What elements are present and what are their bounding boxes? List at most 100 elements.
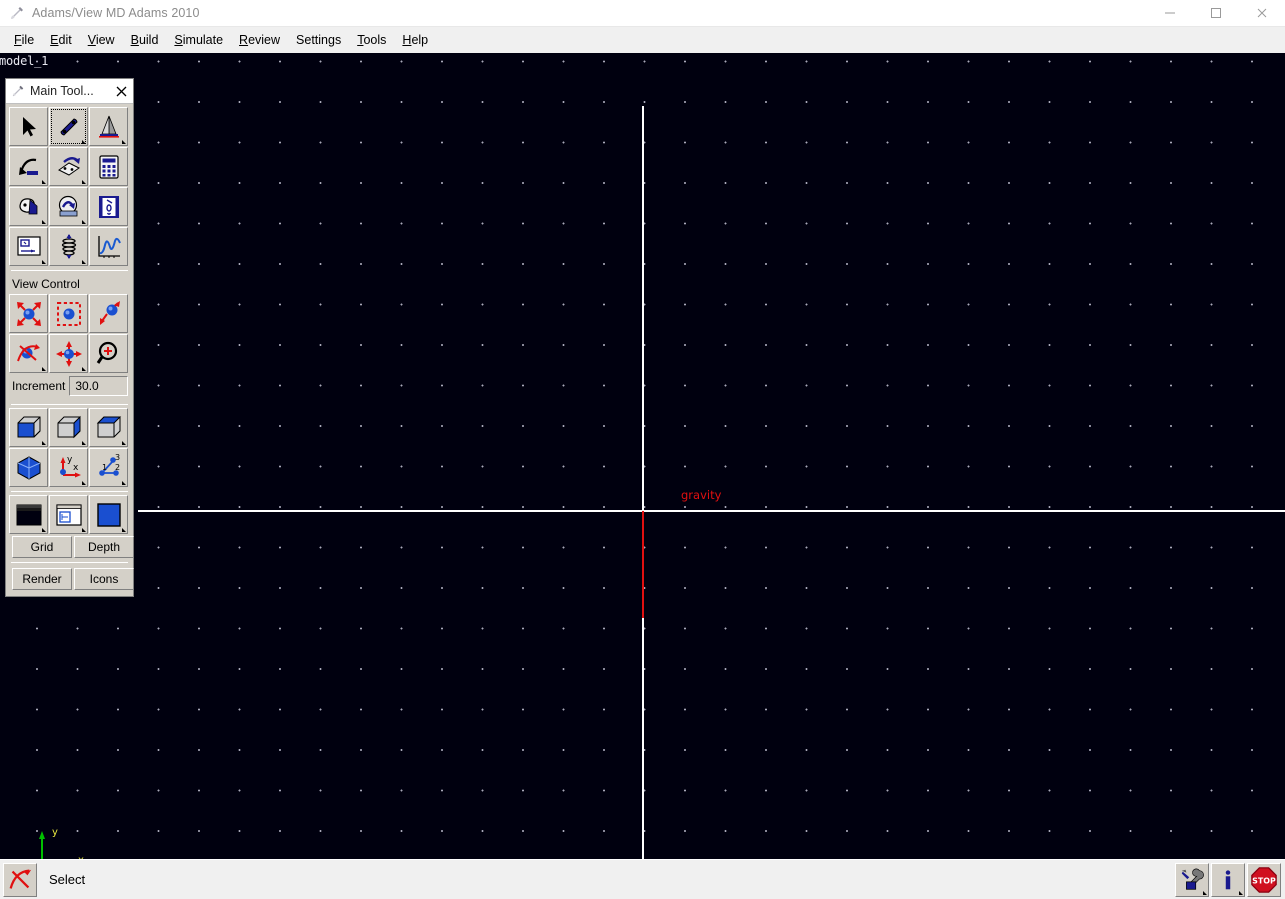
menu-build-label: uild — [138, 33, 159, 47]
menu-tools-label: ools — [363, 33, 387, 47]
render-toggle-button[interactable]: Render — [12, 568, 72, 590]
rotate-view-tool[interactable] — [9, 334, 48, 373]
translate-view-tool[interactable] — [9, 294, 48, 333]
flyout-arrow-icon — [42, 220, 46, 224]
construction-geometry-tool[interactable] — [89, 107, 128, 146]
postprocessing-tool[interactable] — [89, 227, 128, 266]
title-bar: Adams/View MD Adams 2010 — [0, 0, 1285, 27]
render-icons-row: Render Icons — [9, 566, 134, 593]
view-orientation-grid: y x 3 1 2 — [9, 408, 130, 487]
menu-help[interactable]: Help — [394, 30, 436, 50]
menu-edit-label: dit — [58, 33, 72, 47]
toolbox-title: Main Tool... — [30, 84, 94, 98]
gravity-label: gravity — [681, 488, 722, 502]
status-bar: Select STOP — [0, 859, 1285, 899]
menu-simulate[interactable]: Simulate — [166, 30, 231, 50]
minimize-button[interactable] — [1147, 0, 1193, 27]
flyout-arrow-icon — [82, 260, 86, 264]
background-color-tool[interactable] — [9, 495, 48, 534]
flyout-arrow-icon — [82, 481, 86, 485]
measures-tool[interactable] — [9, 227, 48, 266]
ground-vertical-axis-upper — [642, 106, 644, 511]
increment-label: Increment — [12, 379, 66, 393]
magnify-tool[interactable] — [89, 334, 128, 373]
svg-text:STOP: STOP — [1252, 876, 1276, 885]
info-icon[interactable] — [1211, 862, 1245, 897]
iso-view-tool[interactable] — [9, 448, 48, 487]
status-right-buttons: STOP — [1175, 862, 1281, 897]
maximize-button[interactable] — [1193, 0, 1239, 27]
flyout-arrow-icon — [122, 528, 126, 532]
motion-drivers-tool[interactable] — [49, 147, 88, 186]
toolbox-divider-2 — [11, 404, 128, 405]
forces-tool[interactable] — [9, 187, 48, 226]
toolbox-titlebar[interactable]: Main Tool... — [6, 79, 133, 104]
window-controls — [1147, 0, 1285, 27]
menu-help-label: elp — [411, 33, 429, 47]
menu-view[interactable]: View — [80, 30, 123, 50]
main-toolbox-panel: Main Tool... View Control Increment 30.0… — [5, 78, 134, 597]
grid-toggle-button[interactable]: Grid — [12, 536, 72, 558]
flyout-arrow-icon — [82, 140, 86, 144]
model-viewport[interactable]: model_1 gravity z y x — [0, 53, 1285, 859]
ground-horizontal-axis — [138, 510, 1285, 512]
toolbox-divider-4 — [11, 562, 128, 563]
window-title: Adams/View MD Adams 2010 — [32, 6, 200, 20]
gravity-vector-icon[interactable] — [642, 511, 644, 618]
design-exploration-tool[interactable] — [89, 147, 128, 186]
tools-icon[interactable] — [1175, 862, 1209, 897]
adams-logo-icon — [9, 5, 25, 21]
depth-toggle-button[interactable]: Depth — [74, 536, 134, 558]
menu-review-label: eview — [248, 33, 281, 47]
svg-text:1: 1 — [102, 463, 107, 472]
model-name-label: model_1 — [0, 54, 49, 68]
menu-build[interactable]: Build — [123, 30, 167, 50]
color-fill-tool[interactable] — [89, 495, 128, 534]
menu-file[interactable]: File — [6, 30, 42, 50]
contacts-tool[interactable] — [49, 187, 88, 226]
stop-icon[interactable]: STOP — [1247, 862, 1281, 897]
flyout-arrow-icon — [42, 367, 46, 371]
menu-settings[interactable]: Settings — [288, 30, 349, 50]
flyout-arrow-icon — [82, 441, 86, 445]
animation-tool[interactable] — [89, 187, 128, 226]
right-view-tool[interactable] — [49, 408, 88, 447]
zoom-view-tool[interactable] — [89, 294, 128, 333]
top-view-tool[interactable] — [89, 408, 128, 447]
flyout-arrow-icon — [1203, 890, 1207, 895]
zoom-box-tool[interactable] — [49, 294, 88, 333]
close-button[interactable] — [1239, 0, 1285, 27]
coordinate-triad-icon: z y x — [30, 821, 94, 859]
adams-logo-icon — [11, 84, 25, 98]
icons-toggle-button[interactable]: Icons — [74, 568, 134, 590]
three-point-view-tool[interactable]: 3 1 2 — [89, 448, 128, 487]
menu-file-label: ile — [21, 33, 35, 47]
menu-settings-label: Settings — [296, 33, 342, 47]
flyout-arrow-icon — [42, 441, 46, 445]
dynamic-rotate-tool[interactable] — [49, 334, 88, 373]
front-view-tool[interactable] — [9, 408, 48, 447]
flyout-arrow-icon — [42, 180, 46, 184]
window-layout-tool[interactable] — [49, 495, 88, 534]
display-tools-grid — [9, 495, 130, 534]
flyout-arrow-icon — [42, 260, 46, 264]
increment-input[interactable]: 30.0 — [69, 376, 128, 396]
flexible-bodies-tool[interactable] — [49, 227, 88, 266]
select-arrow-icon[interactable] — [3, 862, 37, 897]
select-tool[interactable] — [9, 107, 48, 146]
axis-view-tool[interactable]: y x — [49, 448, 88, 487]
grid-depth-row: Grid Depth — [9, 534, 134, 558]
flyout-arrow-icon — [122, 140, 126, 144]
svg-text:3: 3 — [115, 453, 120, 462]
joints-tool[interactable] — [9, 147, 48, 186]
menu-review[interactable]: Review — [231, 30, 288, 50]
menu-simulate-label: imulate — [182, 33, 224, 47]
flyout-arrow-icon — [122, 441, 126, 445]
flyout-arrow-icon — [122, 481, 126, 485]
svg-text:y: y — [52, 827, 58, 838]
menu-tools[interactable]: Tools — [349, 30, 394, 50]
menu-edit[interactable]: Edit — [42, 30, 80, 50]
close-icon[interactable] — [113, 83, 129, 99]
flyout-arrow-icon — [1239, 890, 1243, 895]
rigid-body-tool[interactable] — [49, 107, 88, 146]
